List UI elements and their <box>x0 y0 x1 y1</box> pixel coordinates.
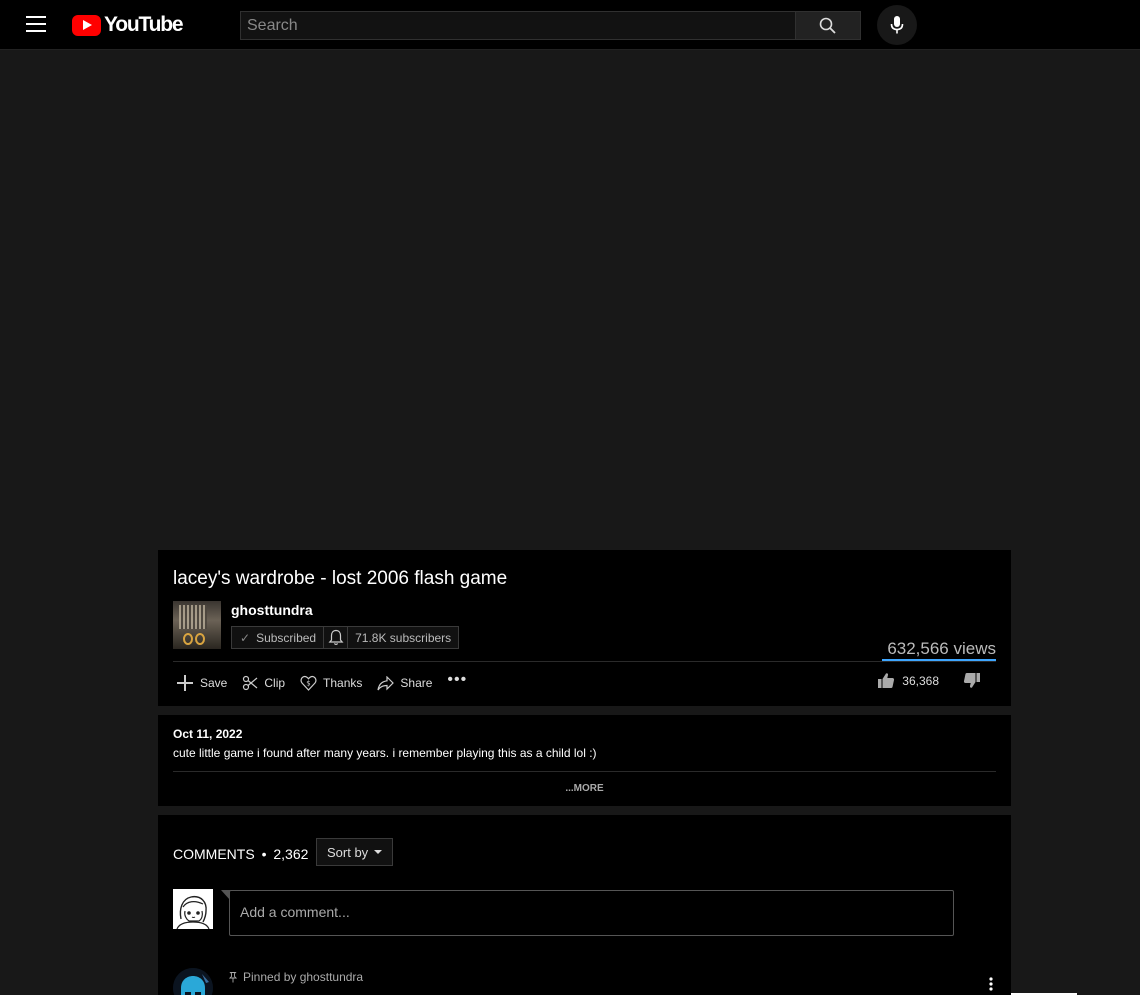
thumbs-up-icon <box>878 673 895 688</box>
avatar-detail <box>183 633 193 645</box>
avatar-detail <box>195 633 205 645</box>
user-avatar <box>173 889 213 929</box>
avatar-detail <box>179 605 207 629</box>
scissors-icon <box>243 675 258 691</box>
save-button[interactable]: Save <box>176 674 227 692</box>
pinned-label: Pinned by ghosttundra <box>243 970 364 984</box>
logo-text: YouTube <box>104 13 184 36</box>
dislike-button[interactable] <box>963 672 981 689</box>
divider <box>173 771 996 772</box>
share-button[interactable]: Share <box>377 675 433 691</box>
dropdown-caret-icon <box>374 850 383 854</box>
pinned-indicator: Pinned by ghosttundra <box>229 970 363 984</box>
description-card: Oct 11, 2022 cute little game i found af… <box>158 715 1011 806</box>
like-button[interactable] <box>877 672 895 689</box>
subscribe-group: ✓ Subscribed 71.8K subscribers <box>231 626 460 649</box>
comments-label: COMMENTS <box>173 846 255 862</box>
save-label: Save <box>200 676 228 690</box>
video-info-card: lacey's wardrobe - lost 2006 flash game … <box>158 550 1011 706</box>
plus-icon <box>177 675 193 691</box>
share-icon <box>377 675 395 690</box>
add-comment-input[interactable]: Add a comment... <box>221 890 954 936</box>
anime-avatar-icon <box>173 889 213 929</box>
comments-separator: • <box>261 846 267 862</box>
view-count: 632,566 views <box>887 639 996 658</box>
action-bar: Save Clip $ Thanks Share ••• <box>176 671 467 694</box>
channel-name[interactable]: ghosttundra <box>231 602 313 618</box>
checkmark-icon: ✓ <box>240 630 251 645</box>
svg-text:$: $ <box>306 680 310 688</box>
thanks-button[interactable]: $ Thanks <box>300 675 362 691</box>
hamburger-menu-icon[interactable] <box>26 16 46 32</box>
upload-date: Oct 11, 2022 <box>173 727 243 741</box>
clip-label: Clip <box>264 676 286 690</box>
sort-by-button[interactable]: Sort by <box>316 838 394 866</box>
notification-bell-button[interactable] <box>324 627 349 648</box>
more-vertical-icon <box>989 977 993 991</box>
sort-label: Sort by <box>327 844 369 860</box>
comments-card: COMMENTS • 2,362 Sort by Add a comment..… <box>158 815 1011 995</box>
thanks-label: Thanks <box>323 676 363 690</box>
pin-icon <box>229 971 237 982</box>
search-input[interactable]: Search <box>240 11 796 40</box>
subscribed-label: Subscribed <box>256 630 317 645</box>
divider <box>173 661 996 662</box>
thumbs-down-icon <box>963 673 980 688</box>
search-button[interactable] <box>795 11 861 40</box>
comments-count: 2,362 <box>273 846 309 862</box>
comments-header: COMMENTS • 2,362 <box>173 846 308 862</box>
show-more-button[interactable]: ...MORE <box>158 783 1011 794</box>
youtube-play-icon <box>72 14 101 36</box>
video-title: lacey's wardrobe - lost 2006 flash game <box>173 568 508 589</box>
like-dislike-group: 36,368 <box>877 672 981 689</box>
microphone-icon <box>890 16 904 34</box>
channel-avatar[interactable] <box>173 601 221 649</box>
video-player[interactable] <box>0 51 1140 546</box>
subscriber-count: 71.8K subscribers <box>355 630 452 645</box>
voice-search-button[interactable] <box>877 5 917 45</box>
comment-menu-button[interactable] <box>986 975 996 993</box>
bell-icon <box>328 629 344 645</box>
more-actions-button[interactable]: ••• <box>447 671 467 689</box>
description-text: cute little game i found after many year… <box>173 746 597 760</box>
commenter-avatar[interactable] <box>173 968 213 995</box>
share-label: Share <box>400 676 433 690</box>
youtube-logo[interactable]: YouTube <box>72 13 184 36</box>
thanks-icon: $ <box>300 675 317 691</box>
subscribed-button[interactable]: ✓ Subscribed <box>232 627 325 648</box>
ghost-avatar-icon <box>173 968 213 995</box>
search-icon <box>819 17 836 34</box>
clip-button[interactable]: Clip <box>242 675 285 691</box>
top-bar: YouTube Search <box>0 0 1140 50</box>
like-count: 36,368 <box>902 673 939 688</box>
